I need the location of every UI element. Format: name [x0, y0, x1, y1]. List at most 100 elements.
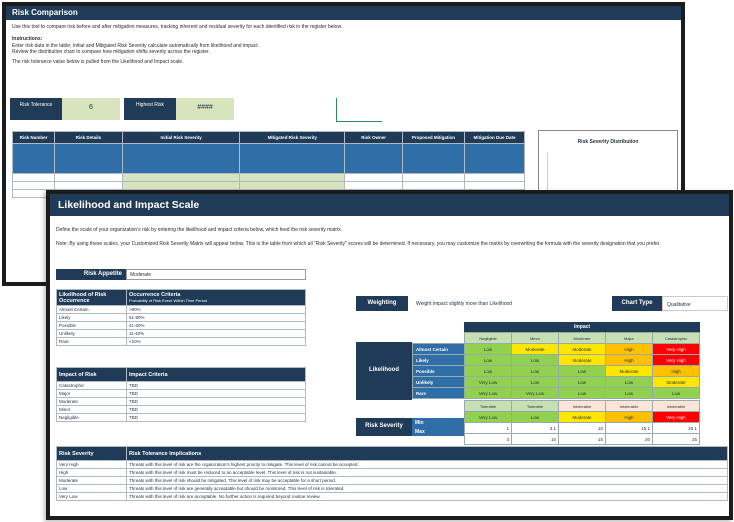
matrix-cell[interactable]: Moderate	[558, 354, 606, 366]
impact-level: Major	[56, 389, 127, 398]
impact-criteria[interactable]: TBD	[126, 397, 306, 406]
matrix-cell[interactable]: Low	[464, 354, 512, 366]
severity-min[interactable]: 10	[558, 422, 606, 434]
matrix-cell[interactable]: Very Low	[464, 376, 512, 388]
matrix-cell[interactable]: Low	[464, 343, 512, 355]
tolerance-text[interactable]: Threats with this level of risk are acce…	[126, 492, 728, 501]
likelihood-criteria[interactable]: 61-90%	[126, 313, 306, 322]
severity-max[interactable]: 3	[464, 433, 512, 445]
severity-level: Very Low	[56, 492, 127, 501]
cell[interactable]	[53, 181, 123, 190]
matrix-cell[interactable]: Low	[605, 376, 653, 388]
table-row: Almost Certain >90%	[56, 305, 306, 314]
matrix-cell[interactable]: Low	[511, 365, 559, 377]
likelihood-level: Rare	[56, 337, 127, 346]
matrix-cell[interactable]: Low	[511, 376, 559, 388]
cell	[239, 173, 346, 182]
severity-min[interactable]: 3.1	[511, 422, 559, 434]
impact-criteria[interactable]: TBD	[126, 381, 306, 390]
likelihood-criteria[interactable]: >90%	[126, 305, 306, 314]
impact-criteria[interactable]: TBD	[126, 405, 306, 414]
matrix-cell[interactable]: Moderate	[558, 343, 606, 355]
impact-level: Moderate	[56, 397, 127, 406]
matrix-cell[interactable]: Very Low	[511, 387, 559, 399]
matrix-cell[interactable]: Low	[652, 387, 700, 399]
likelihood-criteria[interactable]: 11-40%	[126, 329, 306, 338]
risk-tolerance-value[interactable]: 6	[62, 98, 120, 120]
max-label: Max	[412, 427, 464, 436]
cell[interactable]	[53, 173, 123, 182]
likelihood-criteria[interactable]: 41-60%	[126, 321, 306, 330]
cell[interactable]	[344, 181, 404, 190]
selection-box	[336, 98, 382, 122]
cell[interactable]	[402, 181, 466, 190]
tolerance-text[interactable]: Threats with this level of risk must be …	[126, 468, 728, 477]
severity-min[interactable]: 20.1	[652, 422, 700, 434]
cell[interactable]	[464, 173, 525, 182]
severity-max[interactable]: 15	[558, 433, 606, 445]
matrix-cell[interactable]: Very High	[652, 354, 700, 366]
matrix-cell[interactable]: Moderate	[511, 343, 559, 355]
tolerance-text[interactable]: Threats with this level of risk are gene…	[126, 484, 728, 493]
impact-header: Impact	[464, 322, 700, 332]
matrix-cell[interactable]: High	[652, 365, 700, 377]
tolerance-label: Intolerable	[558, 400, 606, 412]
impact-level: Minor	[56, 405, 127, 414]
likelihood-level: Possible	[412, 365, 465, 377]
col-header: Impact Criteria	[126, 367, 306, 382]
weighting-value[interactable]: Weight impact slightly more than Likelih…	[412, 296, 602, 311]
cell	[121, 173, 241, 182]
impact-criteria[interactable]: TBD	[126, 413, 306, 422]
likelihood-criteria[interactable]: <10%	[126, 337, 306, 346]
severity-max[interactable]: 20	[605, 433, 653, 445]
severity-max[interactable]: 25	[652, 433, 700, 445]
table-row: Low Threats with this level of risk are g…	[56, 484, 728, 493]
risk-appetite-value[interactable]: Moderate	[126, 269, 306, 280]
table-row: Negligible TBD	[56, 413, 306, 422]
cell[interactable]	[402, 173, 466, 182]
matrix-cell[interactable]: Low	[558, 376, 606, 388]
impact-level: Catastrophic	[652, 332, 700, 344]
cell[interactable]	[464, 181, 525, 190]
sheet-title: Likelihood and Impact Scale	[50, 194, 729, 216]
col-header: Risk Number	[12, 131, 55, 144]
matrix-cell[interactable]: Very Low	[464, 387, 512, 399]
impact-level: Minor	[511, 332, 559, 344]
matrix-cell[interactable]: Low	[558, 365, 606, 377]
likelihood-impact-sheet: Likelihood and Impact Scale Define the s…	[46, 190, 733, 520]
weighting-label: Weighting	[356, 296, 408, 311]
tolerance-text[interactable]: Threats with this level of risk should b…	[126, 476, 728, 485]
sheet-title: Risk Comparison	[6, 6, 681, 20]
tolerance-label: Tolerable	[511, 400, 559, 412]
severity-min[interactable]: 1	[464, 422, 512, 434]
severity-level: Very High	[652, 411, 700, 423]
matrix-cell[interactable]: Very High	[652, 343, 700, 355]
severity-level: Low	[56, 484, 127, 493]
col-header: Likelihood of Risk Occurrence	[56, 289, 127, 306]
risk-tolerance-label: Risk Tolerance	[10, 98, 62, 120]
cell[interactable]	[12, 173, 55, 182]
matrix-cell[interactable]: Low	[558, 387, 606, 399]
likelihood-level: Almost Certain	[412, 343, 465, 355]
matrix-cell[interactable]: Moderate	[605, 365, 653, 377]
severity-max[interactable]: 10	[511, 433, 559, 445]
impact-criteria[interactable]: TBD	[126, 389, 306, 398]
matrix-cell[interactable]: High	[605, 354, 653, 366]
chart-type-value[interactable]: Qualitative	[662, 296, 728, 311]
matrix-cell[interactable]: Low	[605, 387, 653, 399]
matrix-row: Rare Very Low Very Low Low Low Low	[412, 387, 700, 399]
table-row: Moderate TBD	[56, 397, 306, 406]
matrix-cell[interactable]: High	[605, 343, 653, 355]
tolerance-text[interactable]: Threats with this level of risk are the …	[126, 460, 728, 469]
subheader-cell	[402, 143, 466, 174]
cell[interactable]	[12, 181, 55, 190]
cell[interactable]	[344, 173, 404, 182]
severity-level: Moderate	[56, 476, 127, 485]
intro-note: Note: By using these scales, your Custom…	[56, 241, 661, 247]
matrix-cell[interactable]: Low	[464, 365, 512, 377]
matrix-cell[interactable]: Moderate	[652, 376, 700, 388]
impact-level: Major	[605, 332, 653, 344]
matrix-cell[interactable]: Low	[511, 354, 559, 366]
severity-min[interactable]: 15.1	[605, 422, 653, 434]
chart-type-label: Chart Type	[612, 296, 662, 311]
